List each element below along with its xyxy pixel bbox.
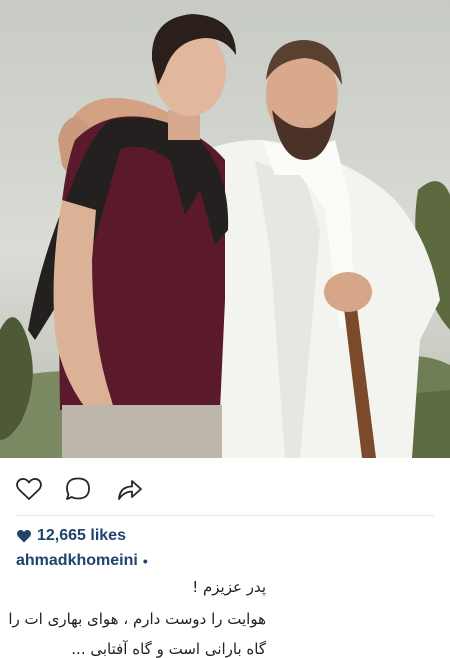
heart-outline-icon — [14, 474, 44, 504]
likes-text: 12,665 likes — [37, 527, 126, 544]
caption-line-1: پدر عزیزم ! — [192, 578, 266, 596]
comment-button[interactable] — [63, 474, 93, 504]
share-button[interactable] — [114, 474, 144, 504]
username[interactable]: ahmadkhomeini — [16, 552, 138, 570]
post-photo[interactable] — [0, 0, 450, 458]
post-author[interactable]: ahmadkhomeini • — [16, 549, 148, 573]
photo-illustration — [0, 0, 450, 458]
actions-divider — [16, 515, 434, 516]
like-button[interactable] — [14, 474, 44, 504]
caption-line-2: هوایت را دوست دارم ، هوای بهاری ات را — [8, 610, 266, 628]
speech-bubble-icon — [63, 474, 93, 504]
share-arrow-icon — [114, 474, 144, 504]
likes-count[interactable]: 12,665 likes — [16, 524, 126, 548]
username-suffix: • — [142, 553, 148, 569]
post-actions-bar — [0, 466, 450, 510]
caption-line-3: گاه بارانی است و گاه آفتابی ... — [71, 640, 266, 658]
heart-filled-icon — [16, 528, 32, 544]
